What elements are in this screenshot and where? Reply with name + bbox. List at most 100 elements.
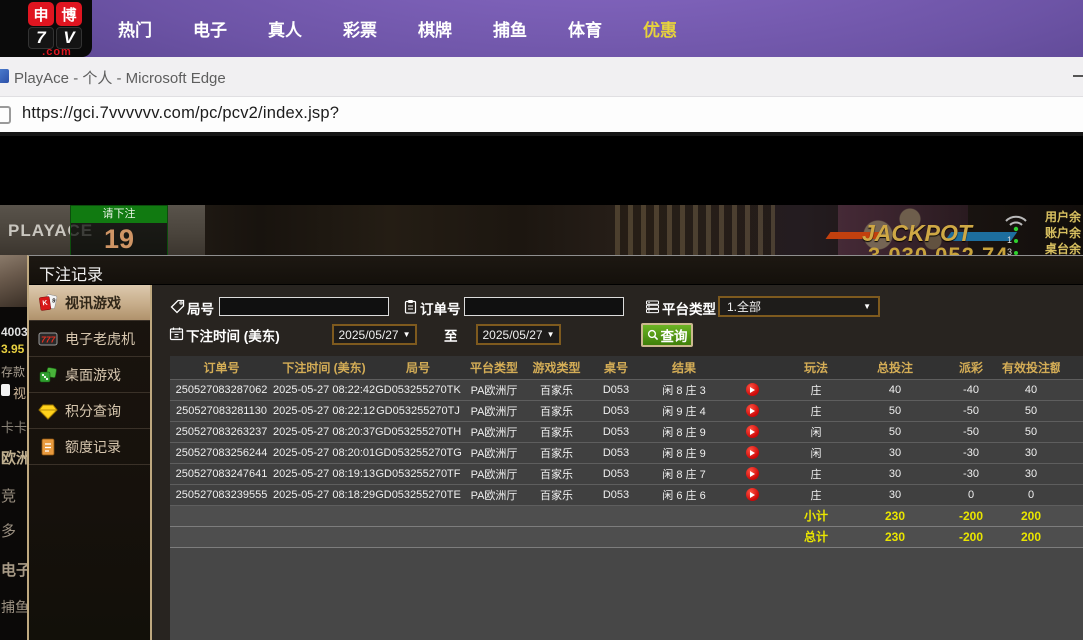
menu-fragment: 视 <box>1 383 26 402</box>
cell-replay <box>722 442 782 464</box>
logo-suffix: .com <box>42 46 72 58</box>
nav-item-promo[interactable]: 优惠 <box>637 16 683 41</box>
replay-button[interactable] <box>745 404 759 417</box>
search-button[interactable]: 查询 <box>641 323 693 347</box>
edge-favicon-icon <box>0 69 9 83</box>
address-bar <box>0 97 1083 136</box>
cell-total: 30 <box>850 442 940 464</box>
grandtotal-total: 230 <box>850 526 940 548</box>
subtotal-spacer <box>170 505 782 527</box>
nav-item-fishing[interactable]: 捕鱼 <box>487 16 533 41</box>
menu-fragment: 电子 <box>1 562 27 579</box>
sidebar-item-live-games[interactable]: 9 K 视讯游戏 <box>29 285 161 321</box>
nav-item-hot[interactable]: 热门 <box>112 16 158 41</box>
sidebar-item-table-games[interactable]: 桌面游戏 <box>29 357 150 393</box>
sidebar-item-label: 视讯游戏 <box>65 294 121 311</box>
cell-time: 2025-05-27 08:20:01 <box>273 442 375 464</box>
cell-play: 庄 <box>782 379 850 401</box>
cell-payout: -30 <box>940 442 1002 464</box>
svg-text:777: 777 <box>41 334 56 344</box>
bet-time-label: 下注时间 (美东) <box>186 329 280 344</box>
replay-button[interactable] <box>745 383 759 396</box>
search-icon <box>647 329 659 341</box>
cell-payout: -50 <box>940 400 1002 422</box>
cell-valid: 30 <box>1002 463 1060 485</box>
col-payout: 派彩 <box>940 356 1002 380</box>
cell-table: D053 <box>586 400 646 422</box>
cell-play: 闲 <box>782 442 850 464</box>
balance-fragment: 3.95 <box>1 342 25 356</box>
cell-platform: PA欧洲厅 <box>461 379 527 401</box>
table-row: 250527083256244 2025-05-27 08:20:01 GD05… <box>170 442 1083 464</box>
cell-status: 已派彩 <box>1060 442 1083 464</box>
url-input[interactable] <box>22 104 1062 123</box>
cell-play: 庄 <box>782 484 850 506</box>
replay-button[interactable] <box>745 488 759 501</box>
cell-play: 庄 <box>782 463 850 485</box>
search-button-label: 查询 <box>660 329 688 344</box>
col-game-type: 游戏类型 <box>527 356 586 380</box>
nav-item-slots[interactable]: 电子 <box>187 16 233 41</box>
cell-total: 50 <box>850 421 940 443</box>
bet-countdown-tile[interactable]: 请下注 19 <box>70 205 168 256</box>
nav-item-live[interactable]: 真人 <box>262 16 308 41</box>
cell-total: 50 <box>850 400 940 422</box>
replay-button[interactable] <box>745 467 759 480</box>
cell-game: 百家乐 <box>527 400 586 422</box>
cell-time: 2025-05-27 08:19:13 <box>273 463 375 485</box>
order-no-input[interactable] <box>464 297 624 316</box>
cell-result: 闲 8 庄 9 <box>646 421 722 443</box>
deposit-link-fragment: 存款 <box>1 365 26 379</box>
tag-icon <box>170 299 185 314</box>
cell-result: 闲 8 庄 9 <box>646 442 722 464</box>
cell-order: 250527083281130 <box>170 400 273 422</box>
cell-replay <box>722 484 782 506</box>
cell-replay <box>722 421 782 443</box>
cell-round: GD053255270TH <box>375 421 461 443</box>
round-no-label: 局号 <box>187 302 214 317</box>
site-logo[interactable]: 申 博 7 V .com <box>28 2 86 58</box>
cell-platform: PA欧洲厅 <box>461 484 527 506</box>
banner-image-decoration <box>615 205 775 256</box>
sidebar-item-credit-records[interactable]: 额度记录 <box>29 429 150 465</box>
date-to-picker[interactable]: 2025/05/27 ▼ <box>476 324 561 345</box>
replay-button[interactable] <box>745 425 759 438</box>
page-info-icon[interactable] <box>0 106 11 124</box>
account-info-line: 用户余 <box>1045 210 1082 224</box>
cell-platform: PA欧洲厅 <box>461 421 527 443</box>
window-title-bar: PlayAce - 个人 - Microsoft Edge <box>0 57 1083 97</box>
nav-item-chess[interactable]: 棋牌 <box>412 16 458 41</box>
grandtotal-valid: 200 <box>1002 526 1060 548</box>
account-info-column: 用户余 账户余 桌台余 <box>1045 209 1083 256</box>
cell-result: 闲 8 庄 3 <box>646 379 722 401</box>
cell-order: 250527083247641 <box>170 463 273 485</box>
grandtotal-row: 总计 230 -200 200 <box>170 526 1083 548</box>
sidebar-item-label: 额度记录 <box>65 438 121 455</box>
modal-title: 下注记录 <box>39 267 104 284</box>
cell-result: 闲 9 庄 4 <box>646 400 722 422</box>
dice-icon <box>38 365 58 385</box>
menu-fragment: 竞 <box>1 488 17 505</box>
cell-game: 百家乐 <box>527 463 586 485</box>
nav-item-sports[interactable]: 体育 <box>562 16 608 41</box>
round-no-input[interactable] <box>219 297 389 316</box>
account-info-line: 账户余 <box>1045 226 1082 240</box>
subtotal-payout: -200 <box>940 505 1002 527</box>
page-left-edge: 4003 3.95 存款 视 卡卡 欧洲 竞 多 电子 捕鱼王 <box>0 255 27 640</box>
date-from-picker[interactable]: 2025/05/27 ▼ <box>332 324 417 345</box>
platform-type-select[interactable]: 1.全部 ▼ <box>718 296 880 317</box>
nav-item-lottery[interactable]: 彩票 <box>337 16 383 41</box>
cell-status: 已派彩 <box>1060 484 1083 506</box>
sidebar-item-slots[interactable]: 777 电子老虎机 <box>29 321 150 357</box>
replay-button[interactable] <box>745 446 759 459</box>
cell-time: 2025-05-27 08:22:42 <box>273 379 375 401</box>
cell-status: 已派彩 <box>1060 379 1083 401</box>
cell-replay <box>722 400 782 422</box>
cell-platform: PA欧洲厅 <box>461 463 527 485</box>
minimize-button[interactable] <box>1073 75 1083 77</box>
sidebar-item-points[interactable]: 积分查询 <box>29 393 150 429</box>
menu-fragment: 捕鱼王 <box>1 599 27 615</box>
cell-round: GD053255270TF <box>375 463 461 485</box>
subtotal-spacer <box>1060 505 1083 527</box>
cell-result: 闲 8 庄 7 <box>646 463 722 485</box>
